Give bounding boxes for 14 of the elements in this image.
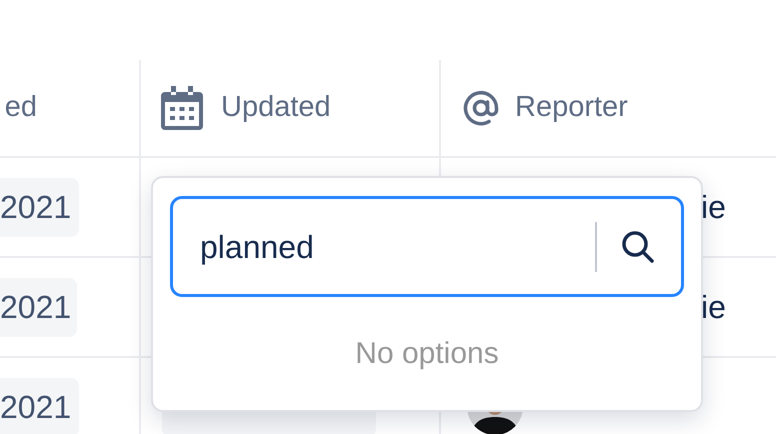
reporter-name: ie (701, 288, 726, 327)
search-icon[interactable] (621, 230, 655, 264)
column-header: Updated (221, 90, 331, 126)
search-field[interactable]: planned (170, 196, 684, 297)
at-sign-icon (463, 90, 499, 126)
date-chip: 2021 (0, 178, 80, 236)
empty-message: No options (355, 336, 499, 372)
date-chip: 2021 (0, 278, 78, 336)
date-chip: 2021 (0, 378, 80, 434)
reporter-name: ie (701, 188, 726, 227)
calendar-icon (159, 86, 205, 130)
column-header: ed (4, 90, 37, 126)
column-header: Reporter (515, 90, 628, 126)
search-input[interactable]: planned (200, 222, 595, 270)
